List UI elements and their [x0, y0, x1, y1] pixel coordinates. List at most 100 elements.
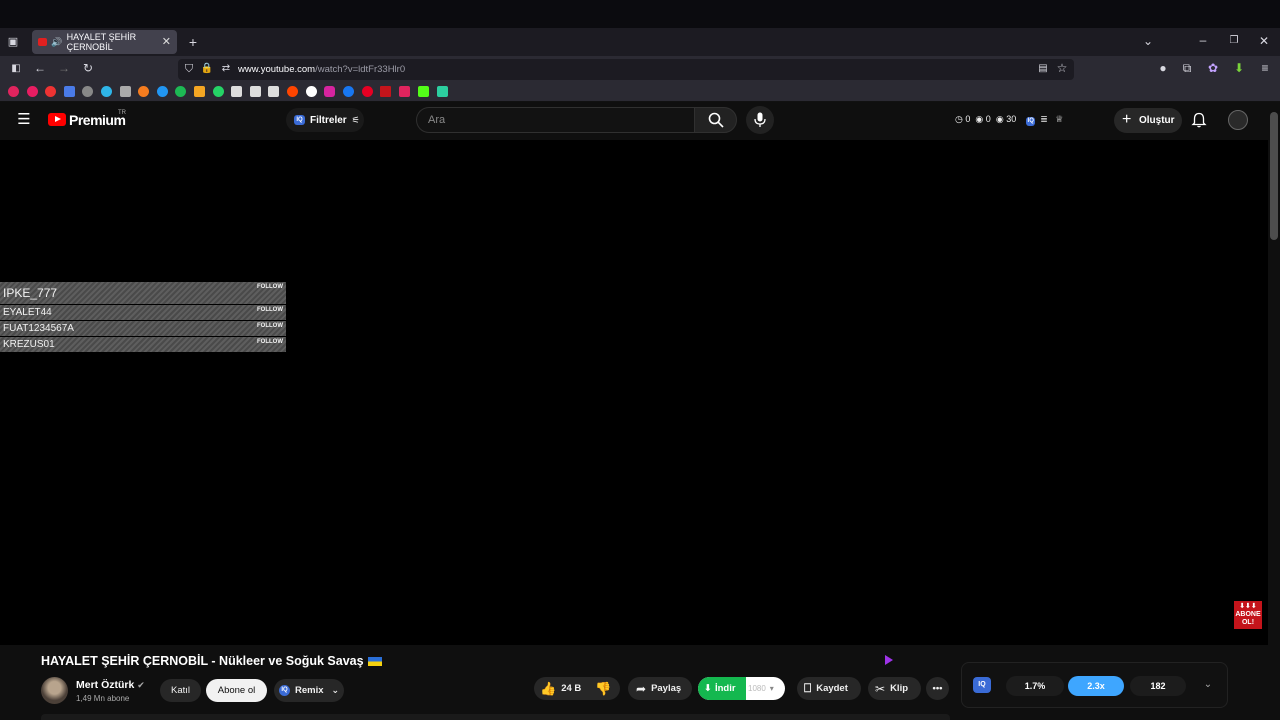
bookmark-youtube-icon[interactable]	[45, 86, 56, 97]
filters-button[interactable]: IQ Filtreler ⚟	[286, 108, 364, 132]
url-path: /watch?v=ldtFr33Hlr0	[315, 64, 406, 75]
overlay-follow-label: FOLLOW	[257, 323, 283, 329]
download-quality[interactable]: 1080	[748, 684, 766, 693]
panel-expand-icon[interactable]: ⌄	[1200, 678, 1216, 694]
overlay-username: IPKE_777	[3, 286, 58, 300]
list-icon[interactable]: ≣	[1040, 114, 1048, 124]
tab-close-icon[interactable]: ✕	[162, 35, 171, 48]
youtube-logo-icon[interactable]	[48, 113, 66, 126]
bookmark-1-icon[interactable]	[8, 86, 19, 97]
window-close-icon[interactable]: ✕	[1256, 34, 1272, 50]
permissions-icon[interactable]: ⇄	[218, 62, 234, 78]
tracking-shield-icon[interactable]: ⛉	[181, 62, 197, 78]
notifications-bell-icon[interactable]	[1191, 112, 1207, 128]
new-tab-icon[interactable]: +	[185, 35, 201, 51]
reload-icon[interactable]: ↻	[80, 61, 96, 77]
bookmark-instagram-icon[interactable]	[324, 86, 335, 97]
restore-icon[interactable]: ❐	[1226, 34, 1242, 50]
bookmark-10-icon[interactable]	[175, 86, 186, 97]
like-count[interactable]: 24 B	[561, 683, 581, 694]
plus-icon: +	[1122, 111, 1132, 128]
browser-tab[interactable]: 🔊 HAYALET ŞEHİR ÇERNOBİL ✕	[32, 30, 177, 54]
account-avatar[interactable]	[1228, 110, 1248, 130]
logo-text[interactable]: Premium	[69, 112, 126, 128]
overlay-username: FUAT1234567A	[3, 323, 74, 334]
download-button[interactable]: ⬇ İndir	[698, 677, 746, 700]
stat-2: 0	[985, 114, 991, 124]
bookmark-8-icon[interactable]	[138, 86, 149, 97]
bookmark-5-icon[interactable]	[82, 86, 93, 97]
subscribe-button[interactable]: Abone ol	[206, 679, 267, 702]
search-input[interactable]: Ara	[416, 107, 695, 133]
bookmark-24-icon[interactable]	[437, 86, 448, 97]
video-title: HAYALET ŞEHİR ÇERNOBİL - Nükleer ve Soğu…	[41, 654, 382, 668]
bookmark-whatsapp-icon[interactable]	[213, 86, 224, 97]
microphone-icon	[754, 112, 766, 127]
badge-line-2: OL!	[1241, 619, 1255, 626]
description-box[interactable]	[41, 714, 950, 720]
clip-button[interactable]: ✂ Klip	[868, 677, 921, 700]
bookmark-netflix-icon[interactable]	[380, 86, 391, 97]
bookmark-22-icon[interactable]	[399, 86, 410, 97]
bookmark-2-icon[interactable]	[27, 86, 38, 97]
like-icon[interactable]: 👍	[540, 681, 556, 697]
back-icon[interactable]: ←	[32, 61, 48, 77]
save-button[interactable]: ⎕ Kaydet	[797, 677, 861, 700]
create-button[interactable]: + Oluştur	[1114, 108, 1182, 133]
bookmark-kick-icon[interactable]	[418, 86, 429, 97]
extension-s-icon[interactable]: ●	[1155, 61, 1171, 77]
iq-panel-icon[interactable]: IQ	[973, 677, 991, 693]
hamburger-menu-icon[interactable]: ☰	[16, 112, 32, 129]
bookmark-pinterest-icon[interactable]	[362, 86, 373, 97]
speaker-icon[interactable]: 🔊	[51, 37, 62, 48]
download-extension-icon[interactable]: ⬇	[1231, 61, 1247, 77]
bookmark-reddit-icon[interactable]	[287, 86, 298, 97]
bookmark-translate-icon[interactable]	[64, 86, 75, 97]
menu-icon[interactable]: ≡	[1257, 61, 1273, 77]
trophy-icon[interactable]: ♕	[1055, 114, 1063, 124]
bookmark-google-icon[interactable]	[306, 86, 317, 97]
bookmark-star-icon[interactable]: ☆	[1054, 61, 1070, 77]
tab-manager-icon[interactable]: ▣	[5, 35, 21, 51]
control-value-1[interactable]: 1.7%	[1006, 676, 1064, 696]
bookmark-gmail2-icon[interactable]	[250, 86, 261, 97]
iq-small-icon[interactable]: IQ	[1026, 117, 1036, 126]
sidebar-icon[interactable]: ◧	[8, 62, 24, 78]
remix-label: Remix	[295, 685, 324, 696]
view-icon: ◉	[995, 114, 1004, 124]
url-text[interactable]: www.youtube.com/watch?v=ldtFr33Hlr0	[238, 64, 405, 75]
bookmark-gmail3-icon[interactable]	[268, 86, 279, 97]
eye-icon: ◉	[975, 114, 984, 124]
minimize-icon[interactable]: –	[1195, 33, 1211, 49]
bookmark-music-icon[interactable]	[120, 86, 131, 97]
scrollbar-thumb[interactable]	[1270, 112, 1278, 240]
forward-icon[interactable]: →	[56, 61, 72, 77]
translate-icon[interactable]: ▤	[1035, 62, 1051, 78]
dislike-icon[interactable]: 👎	[595, 681, 611, 697]
chevron-down-icon[interactable]: ⌄	[1140, 34, 1156, 50]
join-label: Katıl	[170, 685, 190, 696]
bookmark-11-icon[interactable]	[194, 86, 205, 97]
bookmark-6-icon[interactable]	[101, 86, 112, 97]
channel-avatar[interactable]	[41, 677, 68, 704]
subscribe-badge[interactable]: ⬇⬇⬇ ABONE OL!	[1234, 601, 1262, 629]
bookmark-gmail-icon[interactable]	[231, 86, 242, 97]
vpn-icon[interactable]: ✿	[1205, 61, 1221, 77]
share-button[interactable]: ➦ Paylaş	[628, 677, 692, 700]
bookmark-9-icon[interactable]	[157, 86, 168, 97]
download-label: İndir	[714, 683, 736, 694]
more-actions-button[interactable]: •••	[926, 677, 949, 700]
voice-search-button[interactable]	[746, 106, 774, 134]
channel-name[interactable]: Mert Öztürk ✔	[76, 679, 145, 691]
remix-button[interactable]: IQ Remix ⌄	[274, 679, 344, 702]
lock-icon[interactable]: 🔒	[199, 62, 215, 78]
overlay-row: IPKE_777 FOLLOW	[0, 282, 286, 304]
quality-dropdown-icon[interactable]: ▾	[770, 684, 774, 693]
control-value-3[interactable]: 182	[1130, 676, 1186, 696]
extensions-icon[interactable]: ⧉	[1179, 61, 1195, 77]
control-speed-value[interactable]: 2.3x	[1068, 676, 1124, 696]
bookmarks-toolbar	[0, 82, 1280, 102]
bookmark-facebook-icon[interactable]	[343, 86, 354, 97]
join-button[interactable]: Katıl	[160, 679, 201, 702]
search-button[interactable]	[694, 107, 737, 133]
